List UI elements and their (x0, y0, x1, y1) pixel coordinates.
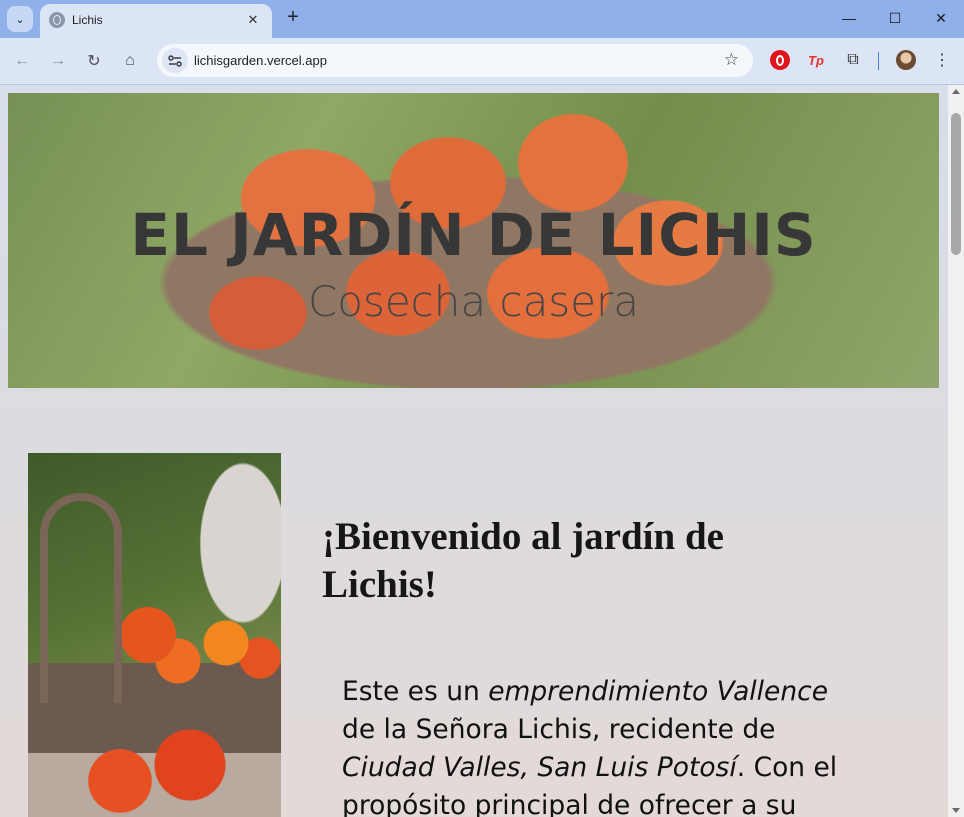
hero-title: EL JARDÍN DE LICHIS (130, 201, 817, 269)
back-button[interactable]: ← (8, 47, 36, 75)
arrow-left-icon: ← (14, 52, 30, 69)
site-info-button[interactable] (162, 48, 188, 73)
globe-icon (49, 12, 65, 28)
forward-button[interactable]: → (44, 47, 72, 75)
tomato-basket-photo (28, 453, 281, 817)
hero-banner: EL JARDÍN DE LICHIS Cosecha casera (8, 93, 939, 388)
minimize-icon: — (842, 10, 856, 26)
chevron-down-icon: ⌄ (15, 13, 25, 26)
browser-toolbar: ← → ↻ ⌂ lichisgarden.vercel.app ☆ Tp ⧉ ⋮ (0, 38, 964, 85)
intro-emphasis-city: Ciudad Valles, San Luis Potosí (342, 752, 737, 783)
vertical-scrollbar[interactable] (948, 85, 964, 817)
home-button[interactable]: ⌂ (116, 47, 144, 75)
browser-tab[interactable]: Lichis ✕ (40, 4, 272, 38)
hero-subtitle: Cosecha casera (307, 277, 640, 326)
scroll-up-arrow[interactable] (952, 89, 960, 94)
intro-text-2: de la Señora Lichis, recidente de (342, 714, 776, 745)
arrow-right-icon: → (50, 52, 66, 69)
toolbar-divider (878, 52, 879, 70)
tune-icon (168, 54, 182, 67)
window-close-button[interactable]: ✕ (918, 0, 964, 36)
intro-text-1: Este es un (342, 676, 489, 707)
minimize-button[interactable]: — (826, 0, 872, 36)
new-tab-button[interactable]: + (282, 7, 304, 29)
puzzle-icon[interactable]: ⧉ (843, 50, 863, 70)
welcome-heading: ¡Bienvenido al jardín de Lichis! (322, 515, 724, 606)
intro-emphasis-business: emprendimiento Vallence (488, 676, 829, 707)
tp-extension-icon[interactable]: Tp (806, 50, 826, 70)
scroll-thumb[interactable] (951, 113, 961, 255)
page-viewport: EL JARDÍN DE LICHIS Cosecha casera ¡Bien… (0, 85, 948, 817)
scroll-down-arrow[interactable] (952, 808, 960, 813)
tab-title: Lichis (72, 13, 103, 27)
address-bar[interactable]: lichisgarden.vercel.app ☆ (157, 44, 753, 77)
reload-button[interactable]: ↻ (80, 47, 108, 75)
star-icon[interactable]: ☆ (724, 50, 739, 70)
close-icon: ✕ (935, 9, 947, 26)
tab-strip: ⌄ Lichis ✕ + — ☐ ✕ (0, 0, 964, 38)
maximize-icon: ☐ (888, 9, 902, 26)
opera-extension-icon[interactable] (770, 50, 790, 70)
avatar[interactable] (896, 50, 916, 70)
home-icon: ⌂ (125, 52, 135, 69)
tab-search-button[interactable]: ⌄ (7, 6, 33, 32)
url-text: lichisgarden.vercel.app (194, 53, 327, 68)
intro-paragraph: Este es un emprendimiento Vallence de la… (342, 673, 842, 817)
kebab-menu-icon[interactable]: ⋮ (934, 50, 950, 70)
maximize-button[interactable]: ☐ (872, 0, 918, 36)
reload-icon: ↻ (87, 53, 101, 70)
basket-handle (40, 493, 122, 703)
tab-close-button[interactable]: ✕ (244, 11, 262, 29)
